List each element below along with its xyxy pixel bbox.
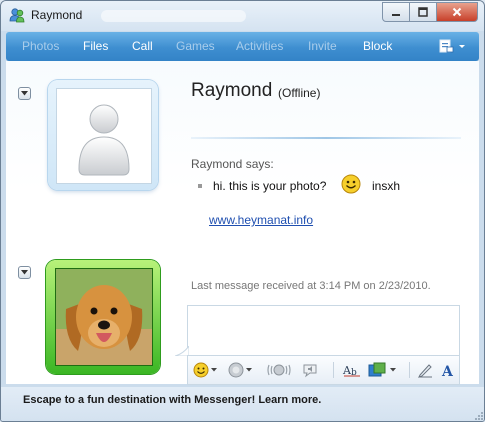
message-tail: insxh: [372, 179, 401, 193]
toolbar-games[interactable]: Games: [176, 39, 215, 53]
formatting-toolbar: A b A: [187, 355, 460, 385]
footer-promo-link[interactable]: Escape to a fun destination with Messeng…: [23, 394, 321, 406]
toolbar-invite[interactable]: Invite: [308, 39, 337, 53]
title-bar[interactable]: Raymond: [1, 1, 484, 31]
message-bullet: [198, 184, 202, 188]
default-user-avatar-icon: [78, 104, 130, 176]
message-text: hi. this is your photo?: [213, 179, 327, 193]
smile-emoticon-icon: [341, 174, 361, 194]
dog-photo: [56, 269, 152, 365]
contact-picture-inner: [56, 88, 152, 184]
close-button[interactable]: [437, 2, 478, 22]
messenger-buddy-icon: [9, 8, 25, 23]
font-icon: A b: [342, 364, 360, 378]
chevron-down-icon: [21, 270, 28, 275]
window-title: Raymond: [31, 8, 83, 22]
voice-clip-icon: [303, 364, 317, 378]
text-icon: A: [441, 364, 454, 378]
nudge-button[interactable]: [266, 361, 292, 379]
maximize-button[interactable]: [410, 2, 437, 22]
message-link[interactable]: www.heymanat.info: [209, 213, 313, 227]
contact-status: (Offline): [278, 86, 321, 100]
toolbar-separator: [409, 362, 410, 378]
svg-text:A: A: [441, 364, 454, 378]
background-picture-icon: [368, 362, 396, 377]
title-glow: [101, 10, 246, 22]
toolbar-photos[interactable]: Photos: [22, 39, 59, 53]
smile-emoticon-icon: [193, 362, 217, 378]
header-divider: [191, 137, 461, 139]
action-toolbar: Photos Files Call Games Activities Invit…: [6, 32, 479, 61]
maximize-icon: [418, 7, 428, 17]
emoticon-menu-button[interactable]: [193, 361, 219, 379]
text-mode-button[interactable]: A: [441, 361, 455, 379]
sender-line: Raymond says:: [191, 157, 274, 171]
collapse-contact-picture-button[interactable]: [18, 87, 31, 100]
resize-grip-icon[interactable]: [472, 409, 484, 421]
my-picture-inner: [55, 268, 153, 366]
minimize-button[interactable]: [382, 2, 410, 22]
pen-icon: [418, 364, 432, 378]
font-button[interactable]: A b: [342, 361, 362, 379]
caption-buttons: [382, 2, 478, 22]
toolbar-separator: [333, 362, 334, 378]
toolbar-activities[interactable]: Activities: [236, 39, 283, 53]
last-message-status: Last message received at 3:14 PM on 2/23…: [191, 280, 431, 292]
wink-menu-button[interactable]: [228, 361, 254, 379]
nudge-icon: [267, 364, 291, 376]
handwriting-button[interactable]: [417, 361, 433, 379]
close-icon: [452, 7, 462, 17]
contact-display-picture[interactable]: [48, 80, 158, 190]
conversation-window: Raymond Photos Files Call Games Activiti…: [0, 0, 485, 422]
toolbar-files[interactable]: Files: [83, 39, 108, 53]
voice-clip-button[interactable]: [302, 361, 320, 379]
wink-icon: [228, 362, 252, 378]
contact-name: Raymond: [191, 80, 273, 101]
my-display-picture[interactable]: [46, 260, 160, 374]
collapse-my-picture-button[interactable]: [18, 266, 31, 279]
show-menu-icon[interactable]: [438, 38, 468, 54]
background-button[interactable]: [368, 361, 400, 379]
toolbar-call[interactable]: Call: [132, 39, 153, 53]
minimize-icon: [392, 14, 400, 16]
message-input[interactable]: [187, 305, 460, 356]
chevron-down-icon: [21, 91, 28, 96]
toolbar-block[interactable]: Block: [363, 39, 392, 53]
